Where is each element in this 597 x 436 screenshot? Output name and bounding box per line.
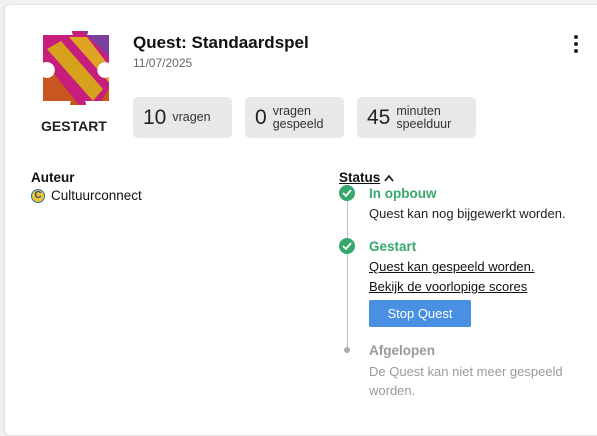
stat-label: vragen (172, 110, 211, 124)
author-logo-icon: C (31, 188, 45, 203)
step-title-in-opbouw: In opbouw (369, 186, 437, 201)
dot-icon (344, 347, 350, 353)
stat-number: 0 (255, 105, 267, 129)
step-title-afgelopen: Afgelopen (369, 343, 435, 358)
chevron-up-icon (384, 174, 394, 181)
author-row: C Cultuurconnect (31, 188, 142, 203)
status-toggle[interactable]: Status (339, 170, 394, 185)
view-scores-link[interactable]: Bekijk de voorlopige scores (369, 279, 527, 294)
stat-number: 10 (143, 105, 167, 129)
step-desc-afgelopen: De Quest kan niet meer gespeeld worden. (369, 364, 563, 398)
stat-label: minuten speelduur (396, 103, 452, 131)
quest-playable-link[interactable]: Quest kan gespeeld worden. (369, 259, 535, 274)
timeline-line (347, 195, 348, 351)
stat-questions-played: 0 vragen gespeeld (245, 97, 344, 138)
stop-quest-button[interactable]: Stop Quest (369, 300, 471, 327)
stat-play-duration: 45 minuten speelduur (357, 97, 476, 138)
stat-number: 45 (367, 105, 391, 129)
status-heading: Status (339, 170, 381, 185)
puzzle-piece-logo (43, 31, 109, 105)
quest-date: 11/07/2025 (133, 56, 193, 70)
author-name: Cultuurconnect (51, 188, 142, 203)
stat-questions: 10 vragen (133, 97, 232, 138)
quest-title: Quest: Standaardspel (133, 33, 309, 52)
quest-state-label: GESTART (41, 118, 107, 134)
more-vertical-icon[interactable] (571, 35, 581, 53)
step-desc-in-opbouw: Quest kan nog bijgewerkt worden. (369, 206, 566, 221)
quest-card: GESTART Quest: Standaardspel 11/07/2025 … (4, 4, 597, 436)
check-circle-icon (339, 185, 355, 201)
stat-label: vragen gespeeld (272, 103, 324, 131)
check-circle-icon (339, 238, 355, 254)
author-heading: Auteur (31, 170, 75, 185)
step-title-gestart: Gestart (369, 239, 417, 254)
